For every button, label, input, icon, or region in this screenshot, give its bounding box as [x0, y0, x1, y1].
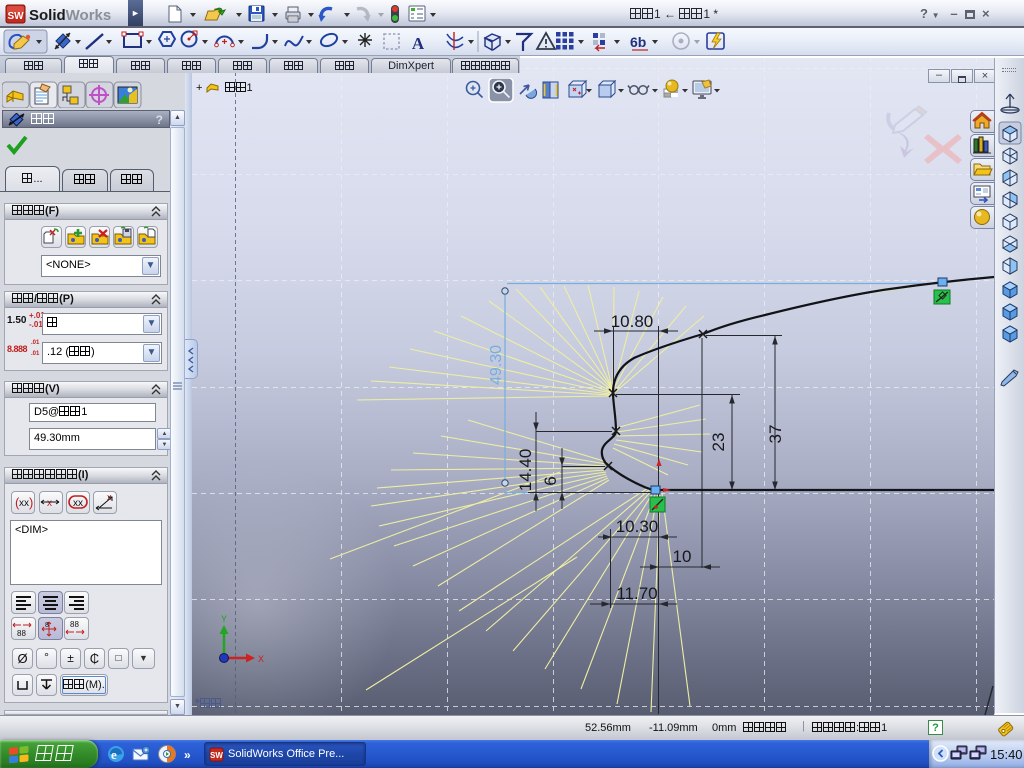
svg-text:6: 6 — [541, 476, 560, 485]
svg-text:X: X — [258, 655, 264, 666]
svg-text:SW: SW — [7, 11, 24, 22]
svg-text:x: x — [47, 498, 52, 509]
svg-text:88: 88 — [70, 620, 79, 629]
svg-text:10.30: 10.30 — [616, 517, 659, 536]
svg-text:88: 88 — [17, 629, 26, 638]
svg-text:49.30: 49.30 — [488, 345, 505, 385]
svg-text:6b: 6b — [630, 34, 646, 50]
svg-text:23: 23 — [709, 433, 728, 452]
svg-text:Y: Y — [221, 615, 227, 626]
svg-text:10.80: 10.80 — [611, 312, 654, 331]
svg-text:): ) — [29, 495, 33, 510]
svg-text:e: e — [111, 747, 117, 762]
svg-text:11.70: 11.70 — [616, 584, 657, 603]
svg-text:SolidWorks: SolidWorks — [29, 7, 111, 24]
svg-text:xx: xx — [73, 498, 83, 509]
svg-text:xx: xx — [19, 498, 29, 509]
svg-text:10: 10 — [673, 547, 692, 566]
svg-text:14.40: 14.40 — [516, 449, 535, 492]
svg-text:A: A — [412, 34, 425, 53]
svg-text:SW: SW — [210, 751, 223, 760]
svg-text:8: 8 — [45, 622, 49, 629]
svg-text:37: 37 — [766, 425, 785, 444]
svg-text:»: » — [184, 748, 191, 762]
